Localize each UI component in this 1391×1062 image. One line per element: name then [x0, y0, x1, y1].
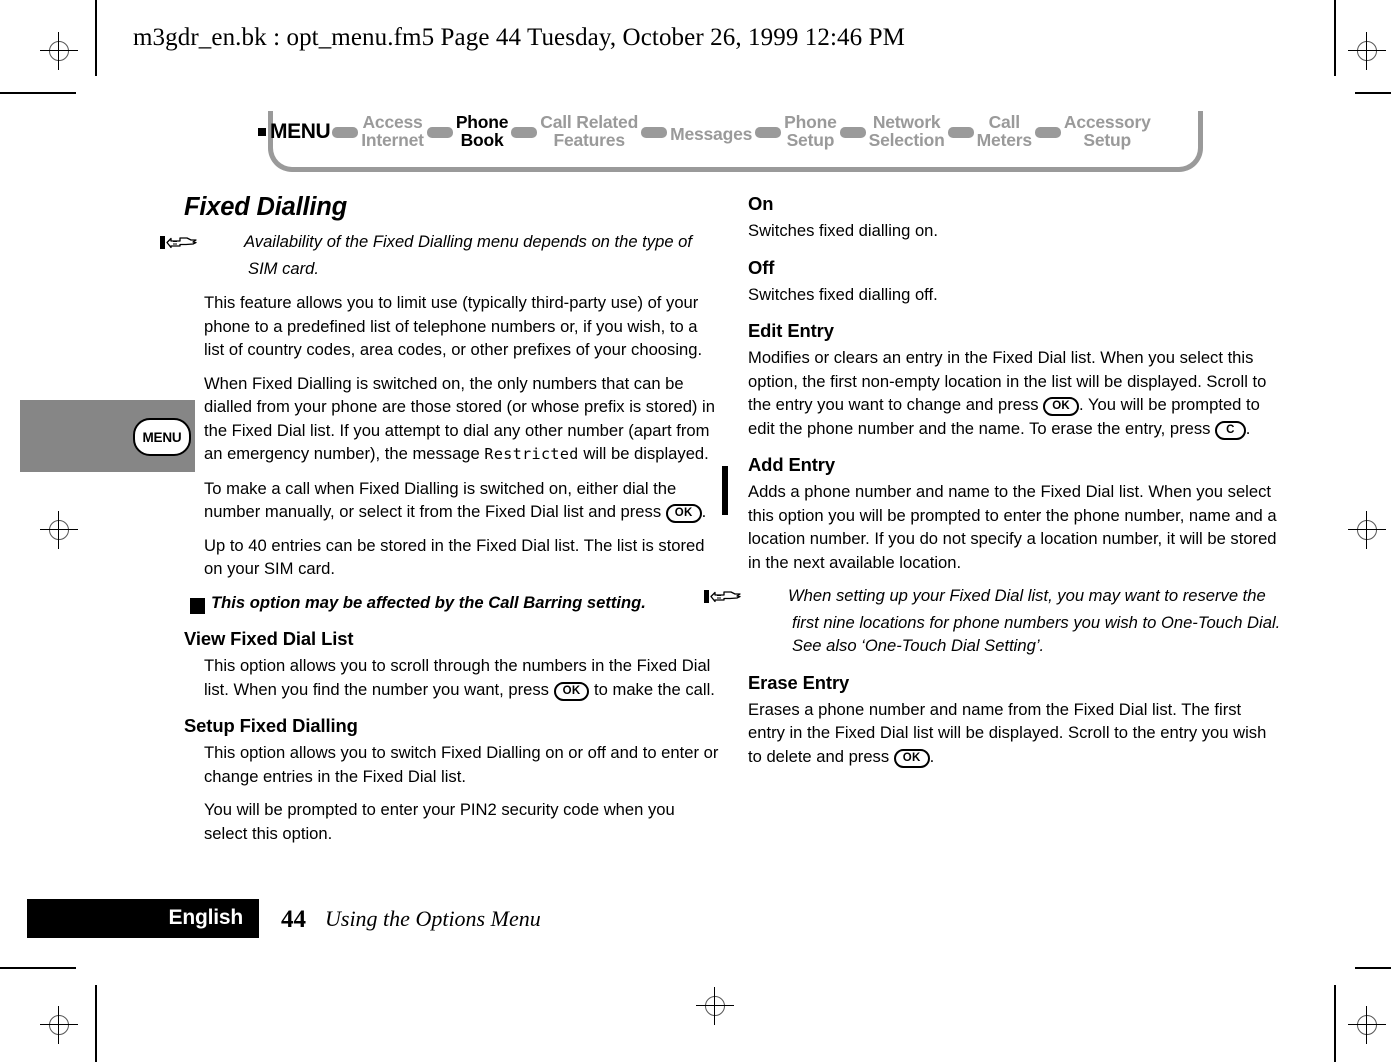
ok-key-icon: OK — [665, 504, 702, 523]
nav-item-network-selection[interactable]: Network Selection — [866, 113, 948, 150]
paragraph-setup-pin2: You will be prompted to enter your PIN2 … — [204, 800, 675, 843]
registration-mark-bottom-right — [1348, 1006, 1386, 1044]
paragraph-text-b: . — [929, 746, 935, 766]
pointing-hand-icon — [160, 233, 244, 257]
footer-language-label: English — [168, 906, 244, 929]
ok-key-icon: OK — [893, 748, 930, 768]
pointing-hand-icon — [704, 587, 788, 611]
nav-item-line2: Meters — [976, 130, 1032, 150]
nav-item-line2: Book — [460, 130, 504, 150]
margin-tab-menu: MENU — [20, 400, 195, 472]
crop-mark-top-right-v — [1334, 0, 1336, 76]
crop-mark-top-right-h — [1355, 92, 1391, 94]
note-one-touch-dial: When setting up your Fixed Dial list, yo… — [704, 584, 1282, 658]
paragraph-text-b: will be displayed. — [578, 444, 709, 463]
nav-item-messages[interactable]: Messages — [667, 120, 755, 144]
nav-connector-icon — [1034, 126, 1061, 138]
paragraph-add-entry: Adds a phone number and name to the Fixe… — [748, 482, 1277, 572]
heading-off: Off — [748, 256, 775, 278]
heading-add-entry: Add Entry — [748, 454, 835, 475]
right-column: On Switches fixed dialling on. Off Switc… — [704, 193, 1282, 778]
paragraph-setup-switch: This option allows you to switch Fixed D… — [204, 743, 719, 786]
heading-erase-entry: Erase Entry — [748, 671, 850, 693]
crop-mark-bottom-right-v — [1334, 985, 1336, 1062]
nav-item-access-internet[interactable]: Access Internet — [358, 113, 427, 150]
paragraph-off: Switches fixed dialling off. — [748, 284, 938, 304]
paragraph-switched-on: When Fixed Dialling is switched on, the … — [204, 372, 720, 467]
nav-connector-icon — [332, 126, 359, 138]
paragraph-text-a: Erases a phone number and name from the … — [748, 699, 1267, 766]
paragraph-text-b: to make the call. — [589, 679, 715, 699]
paragraph-erase-entry: Erases a phone number and name from the … — [748, 698, 1282, 769]
heading-view-fixed-dial-list: View Fixed Dial List — [184, 628, 354, 649]
nav-item-phone-book[interactable]: Phone Book — [453, 113, 511, 150]
footer-language-bar: English — [27, 899, 259, 938]
heading-on: On — [748, 193, 774, 214]
registration-mark-right-middle — [1348, 511, 1386, 549]
nav-item-accessory-setup[interactable]: Accessory Setup — [1061, 113, 1154, 150]
left-column: Fixed Dialling Availability of the Fixed… — [160, 193, 720, 855]
paragraph-feature-overview: This feature allows you to limit use (ty… — [204, 293, 703, 359]
heading-setup-fixed-dialling: Setup Fixed Dialling — [184, 715, 358, 736]
warning-call-barring: ! This option may be affected by the Call… — [183, 591, 720, 615]
exclamation-icon: ! — [183, 597, 205, 614]
heading-edit-entry: Edit Entry — [748, 320, 834, 341]
nav-item-phone-setup[interactable]: Phone Setup — [781, 113, 839, 150]
paragraph-text-c: . — [1245, 418, 1251, 438]
footer-section-title: Using the Options Menu — [325, 906, 541, 931]
menu-key-icon: MENU — [133, 418, 191, 456]
registration-mark-left-middle — [40, 511, 78, 549]
nav-item-line2: Features — [553, 130, 626, 150]
nav-connector-icon — [511, 126, 538, 138]
crop-mark-bottom-left-v — [95, 985, 97, 1062]
clear-key-icon: C — [1215, 420, 1246, 440]
note-sim-card: Availability of the Fixed Dialling menu … — [160, 230, 720, 280]
nav-item-line2: Setup — [1083, 130, 1132, 150]
column-divider-rule — [722, 466, 728, 515]
nav-connector-icon — [641, 126, 668, 138]
nav-item-line1: Messages — [670, 124, 753, 145]
paragraph-entry-limit: Up to 40 entries can be stored in the Fi… — [204, 535, 705, 579]
paragraph-text-b: . — [701, 502, 707, 521]
page-title: Fixed Dialling — [184, 193, 347, 221]
nav-item-line2: Setup — [786, 130, 835, 150]
nav-menu-label: MENU — [258, 120, 331, 144]
square-bullet-icon — [258, 128, 266, 136]
nav-connector-icon — [426, 126, 453, 138]
registration-mark-bottom-center — [696, 987, 734, 1025]
nav-item-line2: Selection — [868, 130, 945, 150]
nav-connector-icon — [947, 126, 974, 138]
paragraph-on: Switches fixed dialling on. — [748, 221, 939, 240]
nav-menu-text: MENU — [270, 120, 331, 143]
warning-text: This option may be affected by the Call … — [211, 592, 646, 612]
crop-mark-top-left-h — [0, 92, 76, 94]
footer-page-number: 44 — [281, 906, 306, 933]
nav-item-call-related-features[interactable]: Call Related Features — [537, 113, 641, 150]
nav-item-line2: Internet — [361, 130, 424, 150]
crop-mark-top-left-v — [95, 0, 97, 76]
paragraph-make-a-call: To make a call when Fixed Dialling is sw… — [204, 477, 720, 524]
ok-key-icon: OK — [1043, 397, 1080, 416]
registration-mark-top-left — [40, 32, 78, 70]
paragraph-edit-entry: Modifies or clears an entry in the Fixed… — [748, 346, 1282, 440]
paragraph-text-a: To make a call when Fixed Dialling is sw… — [204, 478, 677, 522]
nav-connector-icon — [839, 126, 866, 138]
nav-connector-icon — [755, 126, 782, 138]
menu-navigation-bar: MENU Access Internet Phone Book Call Rel… — [258, 108, 1203, 172]
paragraph-view-fixed-dial-list: This option allows you to scroll through… — [204, 654, 720, 701]
registration-mark-top-right — [1348, 32, 1386, 70]
nav-item-call-meters[interactable]: Call Meters — [974, 113, 1035, 150]
note-text: When setting up your Fixed Dial list, yo… — [788, 586, 1281, 655]
lcd-message-restricted: Restricted — [484, 445, 579, 463]
note-text: Availability of the Fixed Dialling menu … — [244, 232, 692, 278]
ok-key-icon: OK — [553, 681, 590, 701]
registration-mark-bottom-left — [40, 1006, 78, 1044]
crop-mark-bottom-right-h — [1355, 967, 1391, 969]
crop-mark-bottom-left-h — [0, 967, 76, 969]
running-header: m3gdr_en.bk : opt_menu.fm5 Page 44 Tuesd… — [133, 24, 905, 51]
